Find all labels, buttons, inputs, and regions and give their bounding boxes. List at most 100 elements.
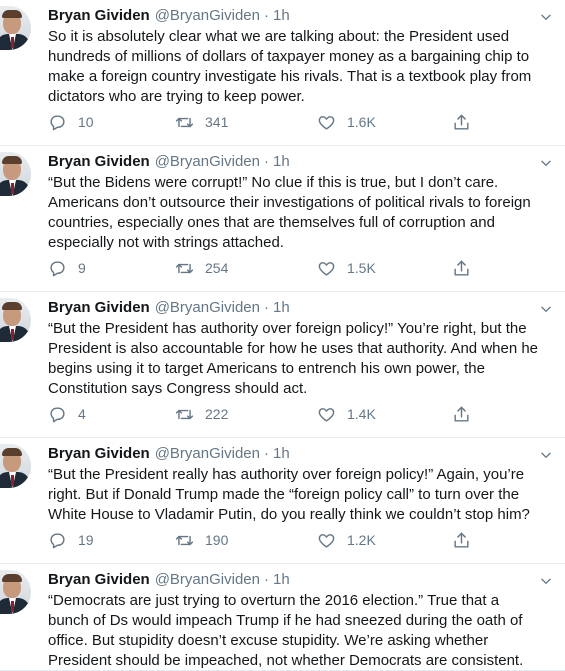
separator-dot: · bbox=[263, 571, 269, 588]
separator-dot: · bbox=[263, 153, 269, 170]
retweet-button[interactable]: 341 bbox=[175, 112, 228, 132]
avatar[interactable] bbox=[0, 444, 31, 488]
user-handle[interactable]: @BryanGividen bbox=[155, 444, 260, 464]
like-count: 1.4K bbox=[347, 406, 376, 422]
tweet-header: Bryan Gividen @BryanGividen · 1h bbox=[48, 152, 553, 172]
like-icon bbox=[317, 259, 336, 278]
avatar[interactable] bbox=[0, 152, 31, 196]
user-handle[interactable]: @BryanGividen bbox=[155, 570, 260, 590]
like-icon bbox=[317, 113, 336, 132]
tweet-text-line: especially not with strings attached. bbox=[48, 234, 284, 251]
reply-icon bbox=[48, 531, 67, 550]
reply-count: 10 bbox=[78, 114, 94, 130]
avatar[interactable] bbox=[0, 298, 31, 342]
retweet-count: 190 bbox=[205, 532, 229, 548]
tweet-text-line: President should be impeached, not wheth… bbox=[48, 652, 524, 669]
share-button[interactable] bbox=[452, 404, 471, 424]
tweet-text-line: Constitution says Congress should act. bbox=[48, 380, 308, 397]
share-icon bbox=[452, 405, 471, 424]
retweet-button[interactable]: 254 bbox=[175, 258, 228, 278]
tweet-text-line: Americans don’t outsource their investig… bbox=[48, 194, 531, 211]
retweet-icon bbox=[175, 259, 194, 278]
tweet-text-line: dictators who are trying to keep power. bbox=[48, 88, 305, 105]
reply-icon bbox=[48, 113, 67, 132]
display-name[interactable]: Bryan Gividen bbox=[48, 298, 150, 318]
separator-dot: · bbox=[263, 299, 269, 316]
like-button[interactable]: 1.6K bbox=[317, 112, 376, 132]
chevron-down-icon[interactable] bbox=[539, 302, 553, 316]
tweet-text-line: begins using it to target Americans to e… bbox=[48, 360, 485, 377]
chevron-down-icon[interactable] bbox=[539, 10, 553, 24]
user-handle[interactable]: @BryanGividen bbox=[155, 152, 260, 172]
retweet-count: 341 bbox=[205, 114, 229, 130]
separator-dot: · bbox=[263, 445, 269, 462]
reply-count: 19 bbox=[78, 532, 94, 548]
chevron-down-icon[interactable] bbox=[539, 448, 553, 462]
share-button[interactable] bbox=[452, 112, 471, 132]
tweet-text-line: White House to Vladamir Putin, do you re… bbox=[48, 506, 530, 523]
chevron-down-icon[interactable] bbox=[539, 156, 553, 170]
tweet-content: Bryan Gividen @BryanGividen · 1h So it i… bbox=[48, 6, 553, 107]
avatar[interactable] bbox=[0, 570, 31, 614]
tweet-text-line: “But the President has authority over fo… bbox=[48, 320, 527, 337]
retweet-icon bbox=[175, 405, 194, 424]
tweet-content: Bryan Gividen @BryanGividen · 1h “But th… bbox=[48, 152, 553, 253]
reply-button[interactable]: 10 bbox=[48, 112, 94, 132]
reply-icon bbox=[48, 259, 67, 278]
tweet-text-line: make a foreign country investigate his r… bbox=[48, 68, 532, 85]
tweet-text-line: bunch of Ds would impeach Trump if he ha… bbox=[48, 612, 523, 629]
tweet-header: Bryan Gividen @BryanGividen · 1h bbox=[48, 570, 553, 590]
tweet-text: “But the Bidens were corrupt!” No clue i… bbox=[48, 173, 553, 253]
reply-count: 9 bbox=[78, 260, 86, 276]
retweet-icon bbox=[175, 531, 194, 550]
tweet-text-line: President is also accountable for how he… bbox=[48, 340, 539, 357]
like-count: 1.5K bbox=[347, 260, 376, 276]
tweet-content: Bryan Gividen @BryanGividen · 1h “But th… bbox=[48, 298, 553, 399]
avatar[interactable] bbox=[0, 6, 31, 50]
tweet-text-line: So it is absolutely clear what we are ta… bbox=[48, 28, 510, 45]
reply-button[interactable]: 9 bbox=[48, 258, 86, 278]
display-name[interactable]: Bryan Gividen bbox=[48, 6, 150, 26]
timestamp[interactable]: 1h bbox=[273, 298, 290, 318]
tweet-header: Bryan Gividen @BryanGividen · 1h bbox=[48, 298, 553, 318]
tweet-text-line: “But the President really has authority … bbox=[48, 466, 525, 483]
like-icon bbox=[317, 405, 336, 424]
chevron-down-icon[interactable] bbox=[539, 574, 553, 588]
retweet-button[interactable]: 222 bbox=[175, 404, 228, 424]
like-button[interactable]: 1.2K bbox=[317, 530, 376, 550]
user-handle[interactable]: @BryanGividen bbox=[155, 6, 260, 26]
tweet-text-line: office. But stupidity doesn’t excuse stu… bbox=[48, 632, 489, 649]
like-button[interactable]: 1.4K bbox=[317, 404, 376, 424]
reply-button[interactable]: 4 bbox=[48, 404, 86, 424]
tweet-header: Bryan Gividen @BryanGividen · 1h bbox=[48, 6, 553, 26]
display-name[interactable]: Bryan Gividen bbox=[48, 444, 150, 464]
tweet-header: Bryan Gividen @BryanGividen · 1h bbox=[48, 444, 553, 464]
share-icon bbox=[452, 113, 471, 132]
tweet-text: “But the President has authority over fo… bbox=[48, 319, 553, 399]
timestamp[interactable]: 1h bbox=[273, 570, 290, 590]
tweet-actions: 4 222 1.4K bbox=[48, 404, 478, 424]
tweet-timeline: Bryan Gividen @BryanGividen · 1h So it i… bbox=[0, 0, 565, 671]
retweet-button[interactable]: 190 bbox=[175, 530, 228, 550]
tweet-actions: 19 190 1.2K bbox=[48, 530, 478, 550]
share-button[interactable] bbox=[452, 258, 471, 278]
reply-icon bbox=[48, 405, 67, 424]
timestamp[interactable]: 1h bbox=[273, 444, 290, 464]
tweet[interactable]: Bryan Gividen @BryanGividen · 1h “Democr… bbox=[0, 564, 565, 671]
share-button[interactable] bbox=[452, 530, 471, 550]
timestamp[interactable]: 1h bbox=[273, 6, 290, 26]
display-name[interactable]: Bryan Gividen bbox=[48, 570, 150, 590]
like-icon bbox=[317, 531, 336, 550]
share-icon bbox=[452, 531, 471, 550]
tweet-content: Bryan Gividen @BryanGividen · 1h “But th… bbox=[48, 444, 553, 525]
tweet-text-line: “Democrats are just trying to overturn t… bbox=[48, 592, 500, 609]
reply-button[interactable]: 19 bbox=[48, 530, 94, 550]
retweet-count: 222 bbox=[205, 406, 229, 422]
separator-dot: · bbox=[263, 7, 269, 24]
display-name[interactable]: Bryan Gividen bbox=[48, 152, 150, 172]
timestamp[interactable]: 1h bbox=[273, 152, 290, 172]
user-handle[interactable]: @BryanGividen bbox=[155, 298, 260, 318]
like-count: 1.2K bbox=[347, 532, 376, 548]
retweet-icon bbox=[175, 113, 194, 132]
like-button[interactable]: 1.5K bbox=[317, 258, 376, 278]
